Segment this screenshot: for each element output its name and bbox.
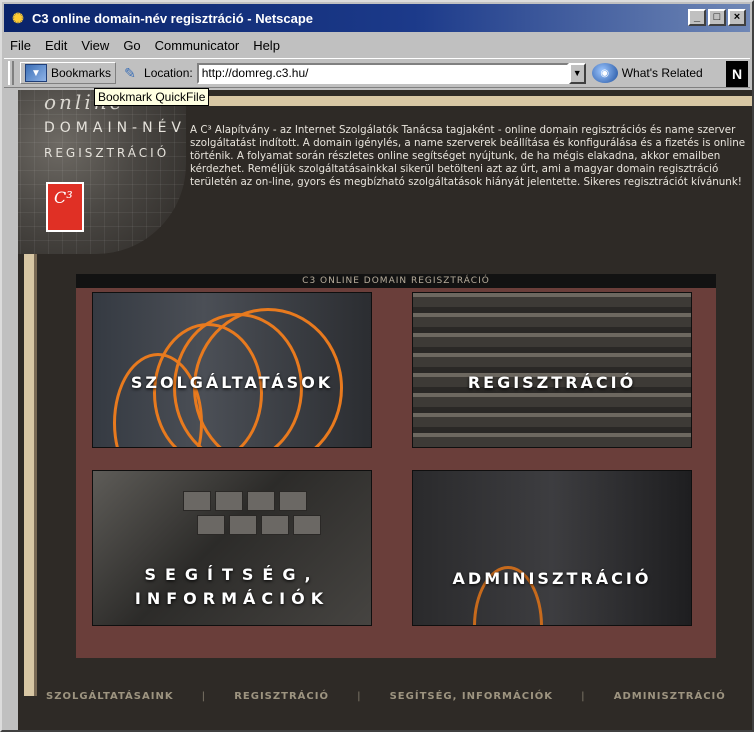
browser-window: ✺ C3 online domain-név regisztráció - Ne… — [0, 0, 754, 732]
netscape-logo[interactable]: N — [726, 61, 748, 87]
netscape-app-icon: ✺ — [12, 9, 24, 26]
footer-link-regisztracio[interactable]: REGISZTRÁCIÓ — [234, 691, 329, 702]
location-toolbar: ▼ Bookmarks ✎ Location: ▼ ◉ What's Relat… — [4, 58, 750, 88]
bookmarks-label: Bookmarks — [51, 66, 112, 80]
key-shape — [247, 491, 275, 511]
tile-image-machine — [413, 471, 691, 625]
key-shape — [229, 515, 257, 535]
tile-label-regisztracio: REGISZTRÁCIÓ — [467, 373, 637, 392]
tile-segitseg[interactable]: SEGÍTSÉG, INFORMÁCIÓK — [92, 470, 372, 626]
location-label: ✎ Location: — [122, 65, 193, 81]
page-content: online DOMAIN-NÉV REGISZTRÁCIÓ C³ A C³ A… — [18, 90, 752, 730]
bookmarks-button[interactable]: ▼ Bookmarks — [20, 62, 117, 84]
minimize-button[interactable]: _ — [688, 9, 706, 26]
key-shape — [261, 515, 289, 535]
menu-help[interactable]: Help — [253, 38, 280, 53]
menu-communicator[interactable]: Communicator — [155, 38, 240, 53]
url-dropdown-button[interactable]: ▼ — [568, 62, 586, 84]
menu-bar: File Edit View Go Communicator Help — [4, 34, 750, 56]
whats-related-label: What's Related — [621, 66, 703, 80]
key-shape — [279, 491, 307, 511]
tile-regisztracio[interactable]: REGISZTRÁCIÓ — [412, 292, 692, 448]
logo-registration-text: REGISZTRÁCIÓ — [44, 146, 170, 160]
tile-label-adminisztracio: ADMINISZTRÁCIÓ — [452, 569, 652, 588]
footer-link-szolgaltatasaink[interactable]: SZOLGÁLTATÁSAINK — [46, 691, 174, 702]
site-logo[interactable]: online DOMAIN-NÉV REGISZTRÁCIÓ C³ — [18, 90, 186, 254]
bookmark-tooltip: Bookmark QuickFile — [94, 88, 210, 106]
tile-szolgaltatasok[interactable]: SZOLGÁLTATÁSOK — [92, 292, 372, 448]
menu-view[interactable]: View — [81, 38, 109, 53]
window-controls: _ □ × — [688, 9, 746, 26]
navigation-panel: C3 ONLINE DOMAIN REGISZTRÁCIÓ SZOLGÁLTAT… — [76, 274, 716, 658]
location-text: Location: — [144, 66, 193, 80]
menu-go[interactable]: Go — [123, 38, 140, 53]
tile-image-cables — [93, 293, 371, 447]
footer-separator: | — [581, 690, 586, 702]
toolbar-grip[interactable] — [8, 61, 14, 85]
panel-title: C3 ONLINE DOMAIN REGISZTRÁCIÓ — [76, 274, 716, 288]
logo-domain-text: DOMAIN-NÉV — [44, 120, 186, 136]
menu-edit[interactable]: Edit — [45, 38, 67, 53]
tile-adminisztracio[interactable]: ADMINISZTRÁCIÓ — [412, 470, 692, 626]
tile-image-servers — [413, 293, 691, 447]
tile-label-segitseg: SEGÍTSÉG, — [144, 565, 320, 584]
window-title: C3 online domain-név regisztráció - Nets… — [32, 10, 314, 26]
footer-navigation: SZOLGÁLTATÁSAINK | REGISZTRÁCIÓ | SEGÍTS… — [18, 684, 752, 708]
page-proxy-icon[interactable]: ✎ — [122, 65, 138, 81]
bookmark-icon: ▼ — [25, 64, 47, 82]
intro-text: A C³ Alapítvány - az Internet Szolgálató… — [190, 124, 746, 188]
tile-label-informaciok: INFORMÁCIÓK — [134, 589, 330, 608]
menu-file[interactable]: File — [10, 38, 31, 53]
footer-separator: | — [356, 690, 362, 702]
whats-related-button[interactable]: ◉ What's Related — [591, 63, 703, 83]
c3-badge: C³ — [46, 182, 84, 232]
logo-grid — [18, 90, 186, 254]
tile-label-szolgaltatasok: SZOLGÁLTATÁSOK — [130, 373, 334, 392]
url-input[interactable] — [196, 62, 569, 84]
footer-link-adminisztracio[interactable]: ADMINISZTRÁCIÓ — [614, 691, 726, 702]
key-shape — [215, 491, 243, 511]
key-shape — [293, 515, 321, 535]
key-shape — [197, 515, 225, 535]
key-shape — [183, 491, 211, 511]
close-button[interactable]: × — [728, 9, 746, 26]
globe-icon: ◉ — [591, 63, 618, 83]
title-bar[interactable]: ✺ C3 online domain-név regisztráció - Ne… — [4, 4, 750, 32]
footer-separator: | — [201, 690, 207, 702]
maximize-button[interactable]: □ — [708, 9, 726, 26]
footer-link-segitseg[interactable]: SEGÍTSÉG, INFORMÁCIÓK — [390, 691, 553, 702]
